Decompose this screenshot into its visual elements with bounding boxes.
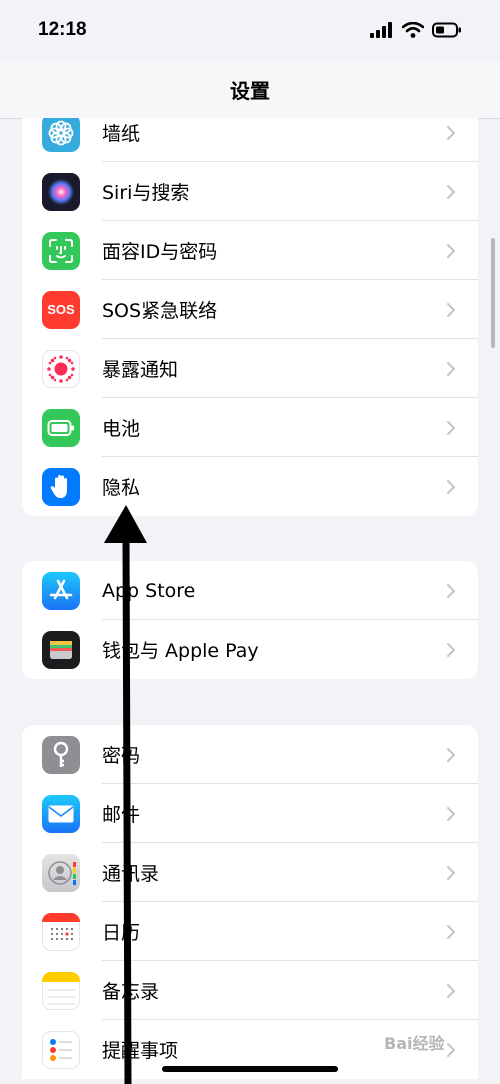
settings-row-privacy[interactable]: 隐私 [22, 457, 478, 516]
settings-group-general: 墙纸 Siri与搜索 面容ID与密码 SOS SOS紧急联络 暴露通知 电池 隐… [22, 118, 478, 516]
key-icon [42, 735, 80, 774]
battery-status-icon [432, 22, 461, 38]
chevron-right-icon [447, 302, 456, 317]
chevron-right-icon [447, 125, 456, 140]
wallpaper-icon [42, 118, 80, 152]
reminders-icon [42, 1030, 80, 1069]
settings-row-calendar[interactable]: 日历 [22, 902, 478, 961]
chevron-right-icon [447, 806, 456, 821]
chevron-right-icon [447, 865, 456, 880]
settings-row-label: 暴露通知 [102, 359, 179, 381]
page-title: 设置 [230, 78, 270, 103]
notes-icon [42, 971, 80, 1010]
status-time: 12:18 [38, 19, 87, 40]
settings-row-contacts[interactable]: 通讯录 [22, 843, 478, 902]
sos-icon-text: SOS [47, 302, 75, 317]
chevron-right-icon [447, 243, 456, 258]
settings-row-sos[interactable]: SOS SOS紧急联络 [22, 280, 478, 339]
settings-group-apps: 密码 邮件 通讯录 日历 备忘录 提醒事项 [22, 725, 478, 1079]
contacts-icon [42, 853, 80, 892]
chevron-right-icon [447, 1042, 456, 1057]
siri-icon [42, 172, 80, 211]
cellular-signal-icon [370, 22, 392, 38]
chevron-right-icon [447, 983, 456, 998]
battery-icon [42, 408, 80, 447]
status-icons [370, 22, 462, 38]
hand-icon [42, 467, 80, 506]
settings-row-app-store[interactable]: App Store [22, 561, 478, 620]
settings-row-label: 备忘录 [102, 981, 160, 1003]
watermark: Bai经验 [384, 1034, 445, 1053]
settings-row-label: 电池 [102, 418, 141, 440]
settings-row-label: 墙纸 [102, 123, 141, 145]
sos-icon: SOS [42, 290, 80, 329]
settings-row-notes[interactable]: 备忘录 [22, 961, 478, 1020]
chevron-right-icon [447, 184, 456, 199]
chevron-right-icon [447, 747, 456, 762]
mail-icon [42, 794, 80, 833]
chevron-right-icon [447, 361, 456, 376]
settings-list[interactable]: 墙纸 Siri与搜索 面容ID与密码 SOS SOS紧急联络 暴露通知 电池 隐… [0, 118, 500, 1084]
chevron-right-icon [447, 642, 456, 657]
chevron-right-icon [447, 479, 456, 494]
faceid-icon [42, 231, 80, 270]
settings-row-passwords[interactable]: 密码 [22, 725, 478, 784]
settings-row-battery[interactable]: 电池 [22, 398, 478, 457]
exposure-icon [42, 349, 80, 388]
settings-row-wallpaper[interactable]: 墙纸 [22, 118, 478, 162]
settings-row-mail[interactable]: 邮件 [22, 784, 478, 843]
settings-row-label: 密码 [102, 745, 141, 767]
calendar-icon [42, 912, 80, 951]
chevron-right-icon [447, 583, 456, 598]
settings-row-label: Siri与搜索 [102, 182, 190, 204]
wifi-icon [402, 22, 424, 38]
settings-row-exposure[interactable]: 暴露通知 [22, 339, 478, 398]
settings-row-label: 隐私 [102, 477, 141, 499]
app-store-icon [42, 571, 80, 610]
settings-row-label: 日历 [102, 922, 141, 944]
settings-group-store: App Store 钱包与 Apple Pay [22, 561, 478, 679]
settings-row-label: SOS紧急联络 [102, 300, 218, 322]
chevron-right-icon [447, 924, 456, 939]
settings-row-label: 面容ID与密码 [102, 241, 218, 263]
status-bar: 12:18 [0, 0, 500, 60]
home-indicator[interactable] [162, 1066, 338, 1072]
wallet-icon [42, 630, 80, 669]
navigation-bar: 设置 [0, 60, 500, 119]
settings-row-label: 钱包与 Apple Pay [102, 640, 259, 662]
settings-row-label: 通讯录 [102, 863, 160, 885]
settings-row-label: App Store [102, 579, 196, 602]
settings-row-wallet[interactable]: 钱包与 Apple Pay [22, 620, 478, 679]
scroll-indicator[interactable] [491, 238, 495, 348]
settings-row-label: 邮件 [102, 804, 141, 826]
chevron-right-icon [447, 420, 456, 435]
settings-row-siri[interactable]: Siri与搜索 [22, 162, 478, 221]
settings-row-faceid[interactable]: 面容ID与密码 [22, 221, 478, 280]
